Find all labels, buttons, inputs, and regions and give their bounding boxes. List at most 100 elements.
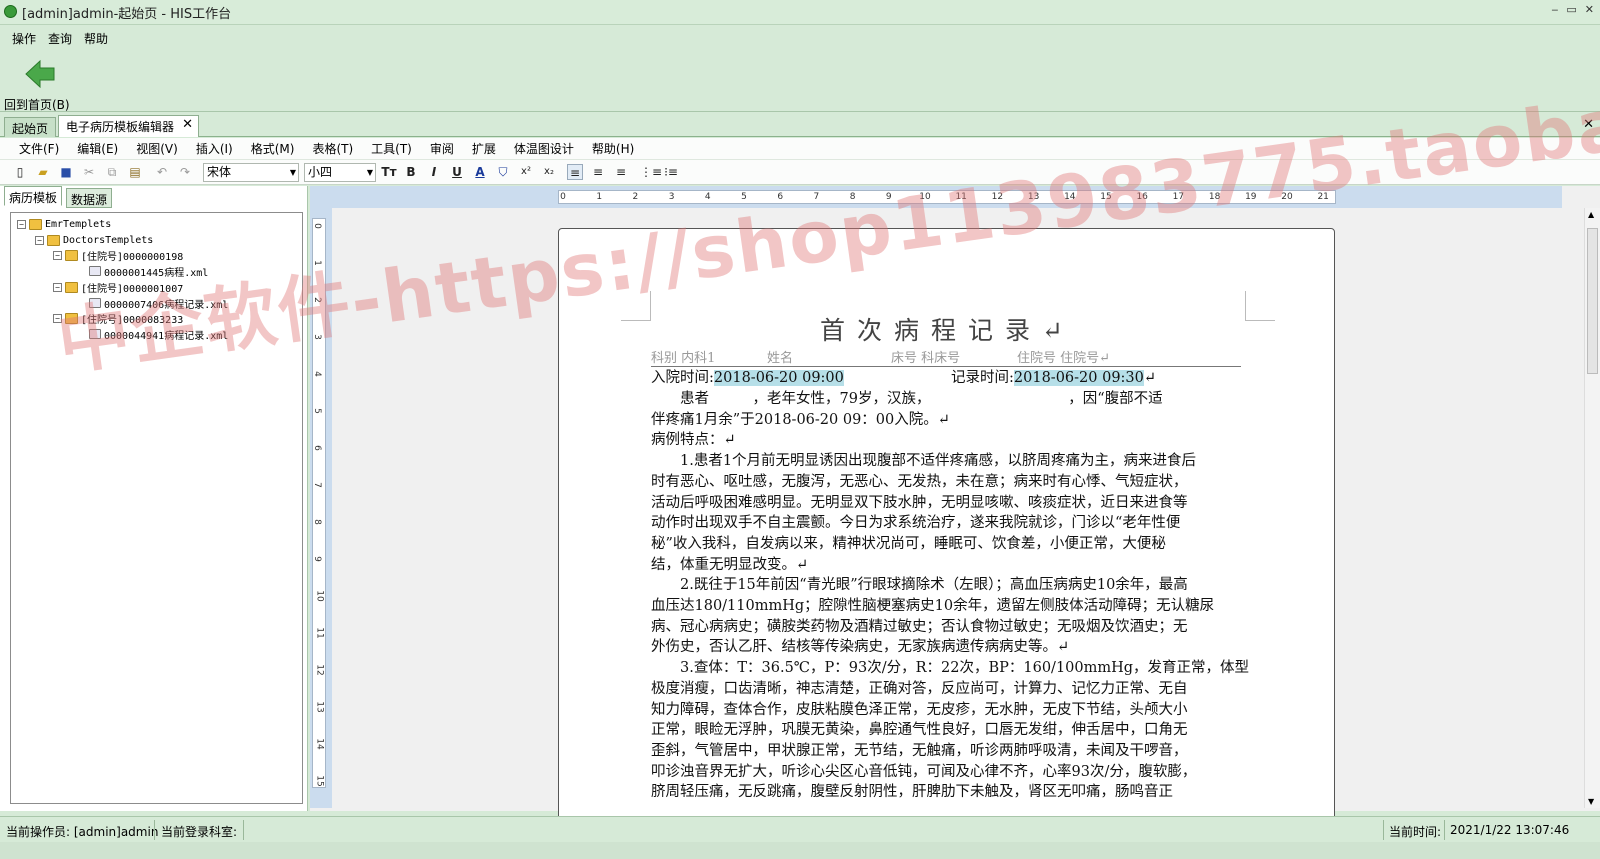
menu-operate[interactable]: 操作 (6, 30, 42, 47)
collapse-icon[interactable]: − (35, 235, 44, 245)
document-page[interactable]: 首次病程记录↵ 科别 内科1 姓名 床号 科床号 住院号 住院号↵ 入院时间:2… (558, 228, 1335, 828)
tree-node-file[interactable]: 0000007406病程记录.xml (89, 296, 228, 311)
ruler-tick-label: 13 (314, 701, 325, 713)
underline-icon[interactable]: U (449, 164, 465, 180)
bold-icon[interactable]: B (403, 164, 419, 180)
scrollbar-thumb[interactable] (1587, 228, 1598, 374)
ruler-tick-label: 3 (311, 334, 322, 340)
scroll-up-icon[interactable]: ▲ (1588, 210, 1594, 219)
admit-time-field[interactable]: 2018-06-20 09:00 (713, 370, 844, 386)
title-bar: [admin]admin-起始页 - HIS工作台 ‒ ▭ ✕ (0, 0, 1600, 25)
editor-menu-extend[interactable]: 扩展 (463, 140, 505, 157)
record-time-field[interactable]: 2018-06-20 09:30 (1013, 370, 1144, 386)
undo-icon[interactable]: ↶ (154, 164, 170, 180)
tree-node-doctors[interactable]: − DoctorsTemplets (35, 233, 153, 247)
ruler-tick-label: 10 (314, 590, 325, 602)
align-right-icon[interactable]: ≡ (613, 164, 629, 180)
main-toolbar: 回到首页(B) (0, 50, 1600, 112)
document-line: 歪斜，气管居中，甲状腺正常，无节结，无触痛，听诊两肺呼吸清，未闻及干啰音， (651, 742, 1188, 759)
editor-menu-tools[interactable]: 工具(T) (362, 140, 421, 157)
menu-help[interactable]: 帮助 (78, 30, 114, 47)
redo-icon[interactable]: ↷ (177, 164, 193, 180)
editor-menu-insert[interactable]: 插入(I) (187, 140, 242, 157)
ruler-tick-label: 4 (311, 371, 322, 377)
minimize-button[interactable]: ‒ (1551, 3, 1558, 16)
tab-start[interactable]: 起始页 (4, 117, 57, 137)
name-field[interactable]: 姓名 (767, 347, 793, 366)
new-file-icon[interactable]: ▯ (12, 164, 28, 180)
superscript-icon[interactable]: x² (518, 164, 534, 180)
collapse-icon[interactable]: − (53, 250, 62, 260)
document-line: 动作时出现双手不自主震颤。今日为求系统治疗，遂来我院就诊，门诊以“老年性便 (651, 515, 1181, 532)
font-color-icon[interactable]: A (472, 164, 488, 180)
format-toolbar: ▯ ▰ ■ ✂ ⧉ ▤ ↶ ↷ 宋体 ▼ 小四 ▼ Tт B I U A ⛉ x² … (0, 160, 1600, 185)
document-line: 病、冠心病病史；磺胺类药物及酒精过敏史；否认食物过敏史；无吸烟及饮酒史；无 (651, 618, 1188, 635)
editor-menu-help[interactable]: 帮助(H) (583, 140, 643, 157)
font-size-icon[interactable]: Tт (381, 164, 397, 180)
copy-icon[interactable]: ⧉ (104, 164, 120, 180)
ruler-tick-label: 11 (955, 192, 967, 202)
vertical-scrollbar[interactable]: ▲ ▼ (1584, 208, 1600, 808)
bullet-list-icon[interactable]: ⁝≡ (663, 164, 679, 180)
editor-menu-table[interactable]: 表格(T) (303, 140, 362, 157)
cut-icon[interactable]: ✂ (81, 164, 97, 180)
tab-close-icon[interactable]: ✕ (182, 117, 193, 132)
vertical-ruler[interactable]: 0 1 2 3 4 5 6 7 8 9 10 11 12 13 14 15 (312, 218, 326, 788)
tree-node-patient[interactable]: − [住院号]0000001007 (53, 280, 183, 295)
collapse-icon[interactable]: − (17, 219, 26, 229)
document-line: 患者 ，老年女性，79岁，汉族， ，因“腹部不适 (651, 391, 1163, 407)
italic-icon[interactable]: I (426, 164, 442, 180)
inpatient-field[interactable]: 住院号 住院号↵ (1017, 347, 1110, 366)
tab-data-source[interactable]: 数据源 (66, 188, 113, 208)
editor-menu-format[interactable]: 格式(M) (242, 140, 304, 157)
horizontal-ruler[interactable]: 0 1 2 3 4 5 6 7 8 9 10 11 12 13 14 15 16 17 18 19 20 21 (558, 190, 1336, 204)
editor-menu-temperature[interactable]: 体温图设计 (505, 140, 583, 157)
tree-node-patient[interactable]: − [住院号]0000083233 (53, 311, 184, 326)
app-icon (4, 5, 17, 18)
tree-node-label: [住院号]0000083233 (81, 314, 184, 326)
collapse-icon[interactable]: − (53, 313, 62, 323)
dept-field[interactable]: 科别 内科1 (651, 347, 715, 366)
ruler-tick-label: 0 (311, 223, 322, 229)
collapse-icon[interactable]: − (53, 282, 62, 292)
maximize-button[interactable]: ▭ (1566, 3, 1576, 16)
font-size-select[interactable]: 小四 ▼ (304, 163, 376, 182)
folder-icon (65, 312, 78, 324)
ruler-tick-label: 15 (1100, 192, 1112, 202)
align-center-icon[interactable]: ≡ (590, 164, 606, 180)
numbered-list-icon[interactable]: ⋮≡ (640, 164, 662, 180)
editor-menu-edit[interactable]: 编辑(E) (68, 140, 127, 157)
back-home-button[interactable]: 回到首页(B) (4, 54, 74, 112)
folder-icon (65, 249, 78, 261)
tree-node-file[interactable]: 0000001445病程.xml (89, 264, 209, 279)
tree-node-root[interactable]: − EmrTemplets (17, 217, 111, 231)
editor-menu: 文件(F) 编辑(E) 视图(V) 插入(I) 格式(M) 表格(T) 工具(T… (0, 138, 1600, 160)
open-folder-icon[interactable]: ▰ (35, 164, 51, 180)
menu-query[interactable]: 查询 (42, 30, 78, 47)
ruler-tick-label: 10 (919, 192, 931, 202)
editor-menu-view[interactable]: 视图(V) (127, 140, 187, 157)
scroll-down-icon[interactable]: ▼ (1588, 797, 1594, 806)
tree-node-file[interactable]: 0000044941病程记录.xml (89, 327, 228, 342)
editor-menu-review[interactable]: 审阅 (421, 140, 463, 157)
highlight-icon[interactable]: ⛉ (495, 164, 511, 180)
bed-field[interactable]: 床号 科床号 (891, 347, 960, 366)
font-family-select[interactable]: 宋体 ▼ (203, 163, 299, 182)
folder-icon (65, 281, 78, 293)
tab-emr-editor[interactable]: 电子病历模板编辑器 ✕ (58, 115, 200, 137)
template-tree: − EmrTemplets − DoctorsTemplets − [住院号]0000… (10, 212, 303, 804)
status-divider (1444, 820, 1445, 840)
close-button[interactable]: ✕ (1585, 3, 1594, 16)
tree-node-label: 0000001445病程.xml (104, 267, 209, 279)
subscript-icon[interactable]: x₂ (541, 164, 557, 180)
paste-icon[interactable]: ▤ (127, 164, 143, 180)
close-all-icon[interactable]: ✕ (1583, 117, 1594, 132)
save-icon[interactable]: ■ (58, 164, 74, 180)
align-left-icon[interactable]: ≡ (567, 164, 583, 180)
document-line: 秘”收入我科，自发病以来，精神状况尚可，睡眠可、饮食差，小便正常，大便秘 (651, 535, 1166, 552)
ruler-tick-label: 4 (704, 192, 711, 202)
document-line: 3.查体：T：36.5℃，P：93次/分，R：22次，BP：160/100mmH… (651, 660, 1250, 677)
tree-node-patient[interactable]: − [住院号]0000000198 (53, 248, 183, 263)
tab-emr-templates[interactable]: 病历模板 (4, 186, 63, 206)
editor-menu-file[interactable]: 文件(F) (10, 140, 68, 157)
